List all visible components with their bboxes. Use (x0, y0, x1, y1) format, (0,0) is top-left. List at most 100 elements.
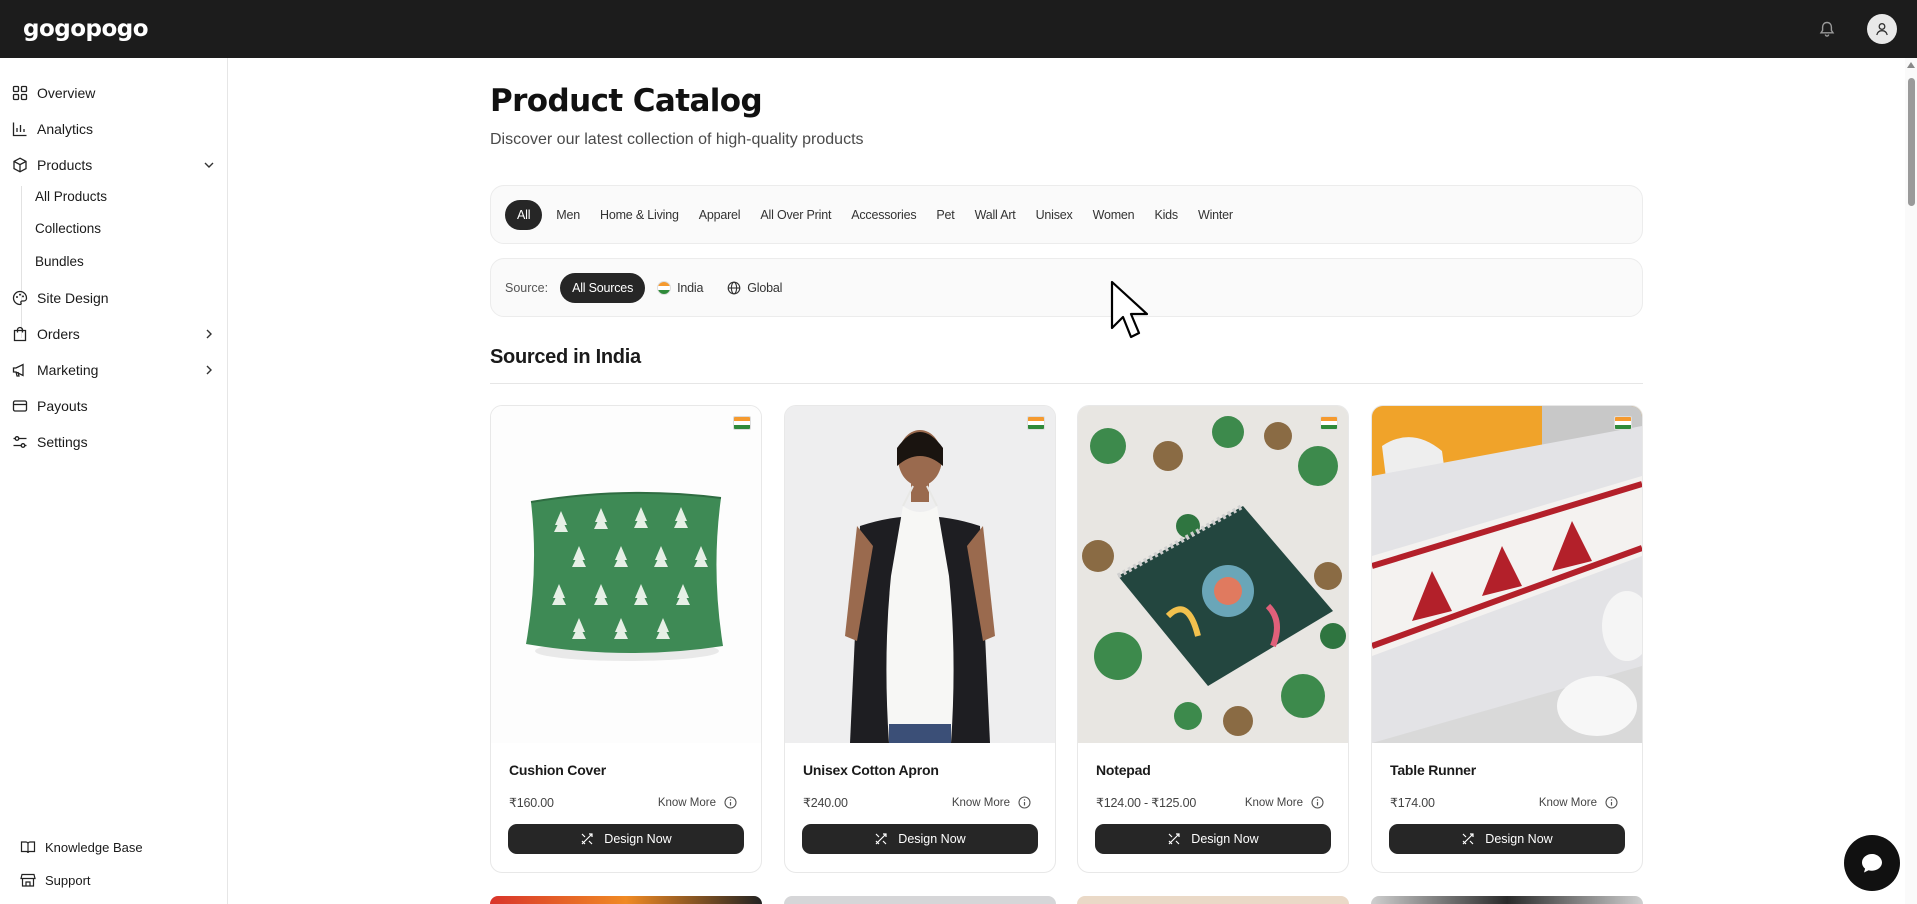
sidebar-item-label: Overview (37, 85, 96, 101)
sidebar-item-marketing[interactable]: Marketing (12, 356, 216, 384)
chevron-right-icon[interactable] (202, 327, 216, 341)
sidebar-item-label: Products (37, 157, 93, 173)
category-chip-women[interactable]: Women (1083, 200, 1145, 230)
scrollbar-thumb[interactable] (1908, 78, 1915, 206)
category-chip-all-over-print[interactable]: All Over Print (750, 200, 841, 230)
know-more-link[interactable]: Know More (658, 796, 737, 809)
info-icon (1311, 796, 1324, 809)
design-now-label: Design Now (1485, 832, 1553, 846)
product-card[interactable]: Unisex Cotton Apron ₹240.00 Know More De… (784, 405, 1056, 873)
source-chip-india[interactable]: India (645, 273, 715, 303)
product-card[interactable]: Notepad ₹124.00 - ₹125.00 Know More Desi… (1077, 405, 1349, 873)
store-icon (20, 873, 36, 887)
product-price: ₹160.00 (509, 796, 554, 810)
app-logo[interactable]: gogopogo (23, 16, 149, 42)
sidebar-item-label: Payouts (37, 398, 88, 414)
category-chip-pet[interactable]: Pet (926, 200, 964, 230)
product-image[interactable] (1372, 406, 1642, 743)
page-subtitle: Discover our latest collection of high-q… (490, 131, 864, 148)
user-icon (1876, 23, 1888, 36)
design-now-label: Design Now (1191, 832, 1259, 846)
india-flag-icon (1614, 416, 1632, 430)
design-tools-icon (1168, 833, 1180, 845)
shopping-bag-icon (13, 326, 27, 342)
user-avatar[interactable] (1867, 14, 1897, 44)
design-now-button[interactable]: Design Now (508, 824, 744, 854)
category-chip-men[interactable]: Men (546, 200, 590, 230)
credit-card-icon (12, 400, 28, 412)
india-flag-icon (733, 416, 751, 430)
notification-bell-icon[interactable] (1817, 19, 1837, 39)
product-price: ₹240.00 (803, 796, 848, 810)
chevron-down-icon[interactable] (202, 158, 216, 172)
category-chip-accessories[interactable]: Accessories (841, 200, 926, 230)
know-more-label: Know More (1244, 796, 1303, 809)
product-image[interactable] (491, 406, 761, 743)
source-chip-all[interactable]: All Sources (560, 272, 646, 303)
product-name: Unisex Cotton Apron (803, 762, 939, 778)
product-card-peek[interactable] (1077, 896, 1349, 904)
design-now-label: Design Now (898, 832, 966, 846)
product-card[interactable]: Table Runner ₹174.00 Know More Design No… (1371, 405, 1643, 873)
know-more-link[interactable]: Know More (1539, 796, 1618, 809)
design-now-button[interactable]: Design Now (802, 824, 1038, 854)
section-divider (490, 383, 1643, 384)
sidebar-subitem-collections[interactable]: Collections (35, 217, 101, 241)
megaphone-icon (12, 363, 24, 377)
sidebar-subitem-bundles[interactable]: Bundles (35, 250, 84, 274)
know-more-link[interactable]: Know More (1245, 796, 1324, 809)
know-more-label: Know More (657, 796, 716, 809)
category-chip-all[interactable]: All (505, 199, 543, 230)
product-card-peek[interactable] (1371, 896, 1643, 904)
category-chip-unisex[interactable]: Unisex (1026, 200, 1083, 230)
source-chip-label: All Sources (572, 280, 634, 295)
sidebar-item-overview[interactable]: Overview (12, 79, 216, 107)
category-chip-apparel[interactable]: Apparel (689, 200, 751, 230)
india-flag-icon (1027, 416, 1045, 430)
sidebar-item-site-design[interactable]: Site Design (12, 284, 216, 312)
book-icon (20, 841, 36, 854)
top-actions (1817, 14, 1897, 44)
category-chip-wall-art[interactable]: Wall Art (965, 200, 1026, 230)
know-more-link[interactable]: Know More (952, 796, 1031, 809)
product-image[interactable] (1078, 406, 1348, 743)
info-icon (1605, 796, 1618, 809)
knowledge-base-link[interactable]: Knowledge Base (20, 839, 143, 855)
support-link[interactable]: Support (20, 872, 91, 888)
product-image[interactable] (785, 406, 1055, 743)
support-label: Support (45, 872, 91, 888)
bar-chart-icon (12, 122, 27, 137)
sidebar-item-label: Orders (37, 326, 80, 342)
design-tools-icon (581, 833, 593, 845)
design-now-button[interactable]: Design Now (1389, 824, 1625, 854)
sidebar-item-label: Site Design (37, 290, 109, 306)
product-card[interactable]: Cushion Cover ₹160.00 Know More Design N… (490, 405, 762, 873)
source-label: Source: (505, 280, 549, 295)
design-now-button[interactable]: Design Now (1095, 824, 1331, 854)
sidebar-item-settings[interactable]: Settings (12, 428, 216, 456)
sidebar-subitem-all-products[interactable]: All Products (35, 185, 107, 209)
source-chip-global[interactable]: Global (715, 273, 794, 303)
category-chip-winter[interactable]: Winter (1188, 200, 1243, 230)
sidebar-item-analytics[interactable]: Analytics (12, 115, 216, 143)
sidebar-item-label: Analytics (37, 121, 94, 137)
product-name: Notepad (1096, 762, 1151, 778)
source-filter-bar: Source: All Sources India Global (490, 258, 1643, 317)
scroll-up-arrow-icon[interactable] (1907, 62, 1915, 68)
sidebar-item-products[interactable]: Products (12, 151, 216, 179)
sidebar-item-payouts[interactable]: Payouts (12, 392, 216, 420)
sidebar: Overview Analytics Products All Products… (0, 58, 228, 904)
sliders-icon (13, 436, 27, 448)
category-chip-kids[interactable]: Kids (1144, 200, 1188, 230)
section-title: Sourced in India (490, 346, 641, 368)
product-card-peek[interactable] (784, 896, 1056, 904)
sidebar-item-orders[interactable]: Orders (12, 320, 216, 348)
product-card-peek[interactable] (490, 896, 762, 904)
category-chip-home-living[interactable]: Home & Living (590, 200, 689, 230)
top-bar: gogopogo (0, 0, 1917, 58)
sidebar-item-label: Marketing (37, 362, 99, 378)
grid-icon (12, 85, 28, 101)
chat-button[interactable] (1844, 835, 1900, 891)
chevron-right-icon[interactable] (202, 363, 216, 377)
know-more-label: Know More (1538, 796, 1597, 809)
